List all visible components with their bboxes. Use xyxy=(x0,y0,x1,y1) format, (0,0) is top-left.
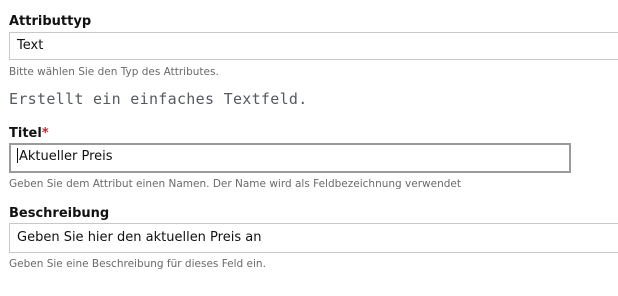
attribute-type-description: Erstellt ein einfaches Textfeld. xyxy=(9,90,308,108)
description-input-value: Geben Sie hier den aktuellen Preis an xyxy=(17,230,262,245)
attribute-type-help: Bitte wählen Sie den Typ des Attributes. xyxy=(9,66,219,78)
title-label-text: Titel xyxy=(9,126,42,141)
attribute-type-field[interactable]: Text xyxy=(9,32,618,60)
description-input[interactable]: Geben Sie hier den aktuellen Preis an xyxy=(9,223,618,253)
title-label: Titel* xyxy=(9,126,49,142)
attribute-type-value: Text xyxy=(17,38,44,53)
title-help: Geben Sie dem Attribut einen Namen. Der … xyxy=(9,178,461,190)
required-marker: * xyxy=(41,126,49,141)
description-label: Beschreibung xyxy=(9,206,110,221)
attribute-type-label: Attributtyp xyxy=(9,14,92,29)
title-input[interactable]: Aktueller Preis xyxy=(9,143,571,173)
title-input-value: Aktueller Preis xyxy=(19,149,113,164)
attribute-form: Attributtyp Text Bitte wählen Sie den Ty… xyxy=(0,0,618,296)
text-cursor xyxy=(17,148,18,163)
description-help: Geben Sie eine Beschreibung für dieses F… xyxy=(9,258,266,270)
